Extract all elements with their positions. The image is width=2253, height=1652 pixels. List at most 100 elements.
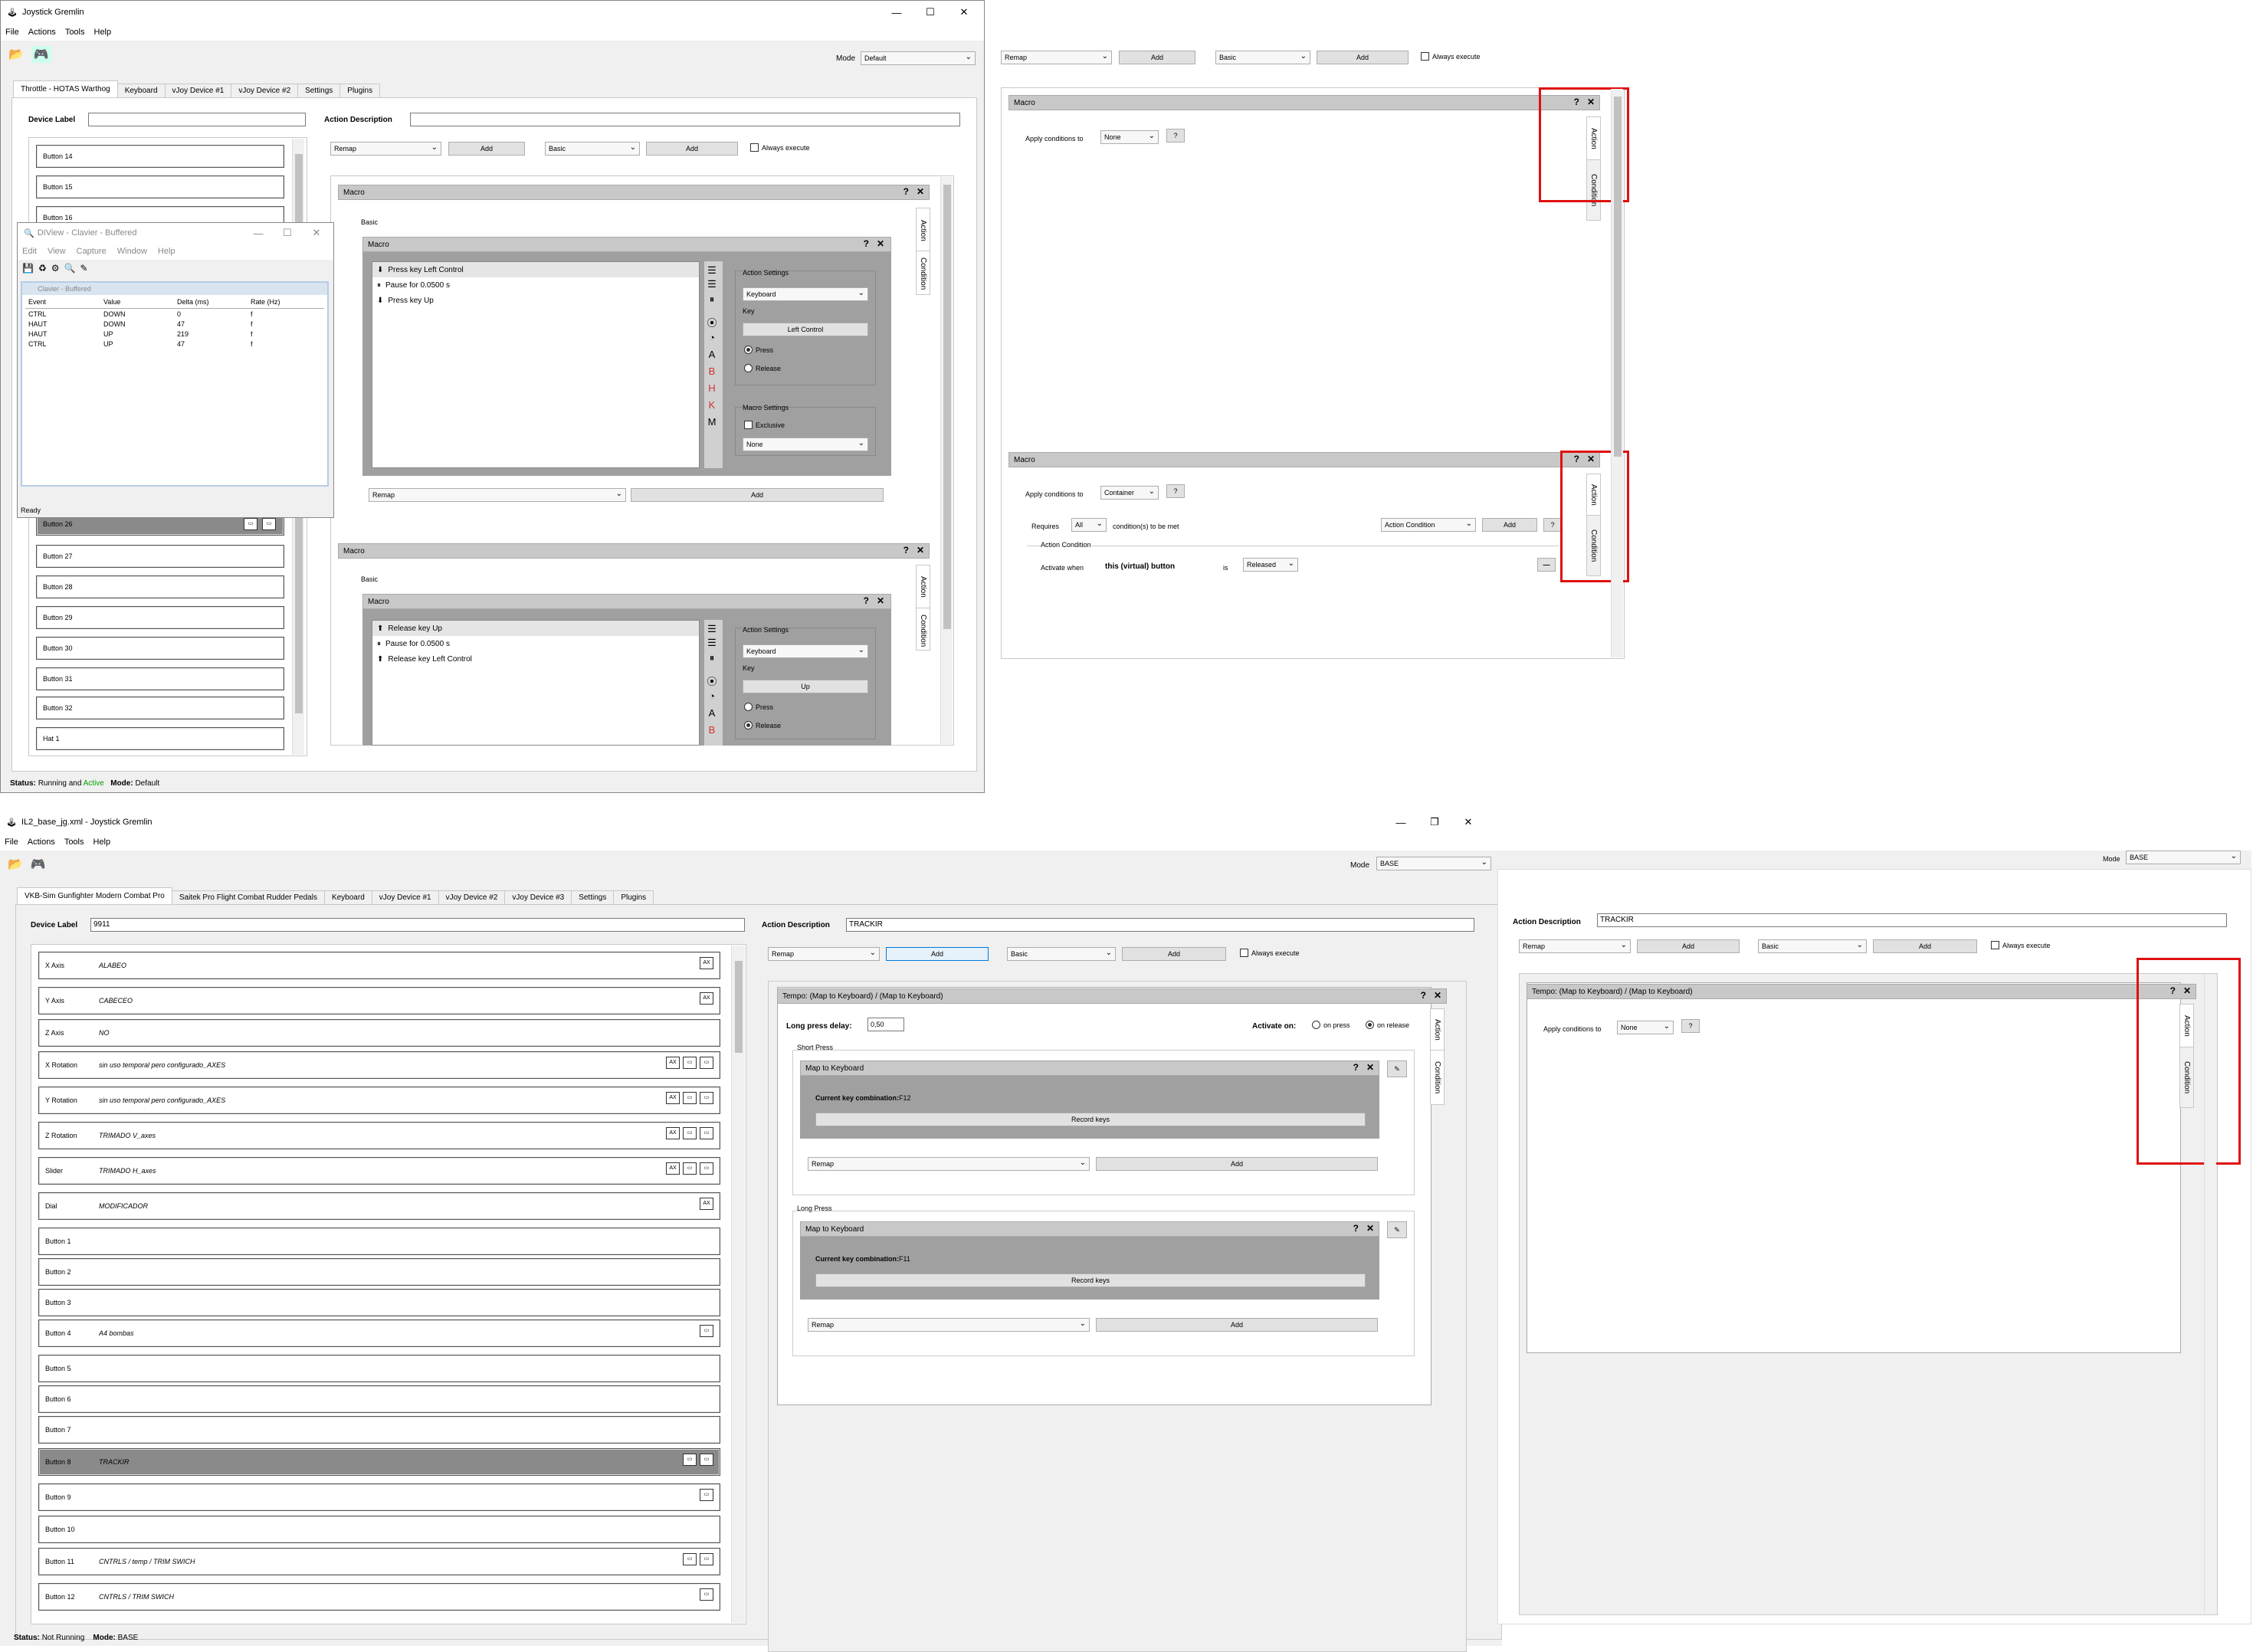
close-icon[interactable]: ✕ bbox=[300, 223, 333, 243]
table-row[interactable]: HAUT DOWN 47 f bbox=[25, 320, 324, 330]
mode-select[interactable]: BASE bbox=[1376, 857, 1491, 870]
input-item[interactable]: Button 8 TRACKIR ▭ ▭ bbox=[38, 1448, 720, 1476]
input-item[interactable]: Y Rotation sin uso temporal pero configur… bbox=[38, 1087, 720, 1114]
release-radio[interactable]: Release bbox=[744, 364, 781, 372]
tab-throttle[interactable]: Throttle - HOTAS Warthog bbox=[13, 80, 118, 97]
device-label-input[interactable] bbox=[88, 113, 306, 126]
input-item[interactable]: Button 7 bbox=[38, 1416, 720, 1444]
macro-item[interactable]: ⏸ Pause for 0.0500 s bbox=[372, 636, 699, 651]
menu-capture[interactable]: Capture bbox=[77, 247, 107, 256]
gamepad-icon[interactable]: 🎮 bbox=[31, 46, 51, 63]
joystick-icon[interactable]: ⦿ bbox=[704, 674, 720, 688]
action-description-input[interactable]: TRACKIR bbox=[846, 918, 1474, 932]
button-icon[interactable]: B bbox=[704, 365, 720, 377]
help-icon[interactable]: ? bbox=[864, 238, 869, 249]
remap-select[interactable]: Remap bbox=[768, 947, 880, 961]
col-value[interactable]: Value bbox=[103, 298, 177, 308]
edit-icon[interactable]: ✎ bbox=[80, 263, 87, 274]
table-row[interactable]: CTRL UP 47 f bbox=[25, 340, 324, 350]
close-icon[interactable]: ✕ bbox=[877, 595, 884, 606]
close-icon[interactable]: ✕ bbox=[917, 545, 924, 556]
tab-vkb-sim[interactable]: VKB-Sim Gunfighter Modern Combat Pro bbox=[17, 887, 172, 904]
remap-select[interactable]: Remap bbox=[330, 142, 441, 156]
record-keys-button-2[interactable]: Record keys bbox=[815, 1273, 1366, 1287]
close-icon[interactable]: ✕ bbox=[947, 1, 981, 24]
press-radio[interactable]: Press bbox=[744, 703, 773, 711]
tab-action-2[interactable]: Action bbox=[916, 565, 930, 609]
input-button-32[interactable]: Button 32 bbox=[36, 697, 284, 719]
menu-view[interactable]: View bbox=[48, 247, 66, 256]
help-icon[interactable]: ? bbox=[1421, 990, 1426, 1001]
action-description-input[interactable]: TRACKIR bbox=[1597, 913, 2227, 927]
gamepad-icon[interactable]: 🎮 bbox=[31, 857, 46, 872]
remap-select-long[interactable]: Remap bbox=[808, 1318, 1090, 1332]
mouse-icon[interactable]: M bbox=[704, 416, 720, 428]
help-button[interactable]: ? bbox=[1681, 1019, 1700, 1033]
input-list-scrollbar[interactable] bbox=[731, 946, 745, 1623]
condition-panel-scrollbar[interactable] bbox=[2204, 975, 2216, 1614]
add-basic-button[interactable]: Add bbox=[1317, 51, 1409, 64]
menu-actions[interactable]: Actions bbox=[28, 28, 56, 37]
button-icon[interactable]: B bbox=[704, 724, 720, 736]
menu-actions[interactable]: Actions bbox=[28, 837, 55, 847]
axis-icon[interactable]: A bbox=[704, 707, 720, 719]
search-icon[interactable]: 🔍 bbox=[64, 263, 75, 274]
tab-vjoy3[interactable]: vJoy Device #3 bbox=[504, 890, 572, 904]
edit-icon[interactable]: ✎ bbox=[1387, 1060, 1407, 1077]
input-button-14[interactable]: Button 14 bbox=[36, 145, 284, 168]
timer-icon[interactable]: ◔ bbox=[704, 332, 720, 343]
key-icon[interactable]: K bbox=[704, 399, 720, 411]
menu-window[interactable]: Window bbox=[117, 247, 147, 256]
tab-keyboard[interactable]: Keyboard bbox=[116, 84, 166, 97]
col-event[interactable]: Event bbox=[25, 298, 103, 308]
always-execute-checkbox[interactable]: Always execute bbox=[1421, 52, 1481, 61]
input-item[interactable]: Slider TRIMADO H_axes AX ▭ ▭ bbox=[38, 1157, 720, 1185]
input-item[interactable]: Button 11 CNTRLS / temp / TRIM SWICH ▭ ▭ bbox=[38, 1548, 720, 1575]
input-item[interactable]: Button 12 CNTRLS / TRIM SWICH ▭ bbox=[38, 1583, 720, 1611]
pause-icon[interactable]: ⏸ bbox=[704, 293, 720, 306]
col-rate[interactable]: Rate (Hz) bbox=[251, 298, 312, 308]
input-item[interactable]: Button 2 bbox=[38, 1258, 720, 1286]
minimize-icon[interactable]: — bbox=[880, 1, 913, 24]
input-button-15[interactable]: Button 15 bbox=[36, 175, 284, 198]
action-description-input[interactable] bbox=[410, 113, 960, 126]
macro-remap-select[interactable]: Remap bbox=[369, 488, 626, 502]
always-execute-checkbox[interactable]: Always execute bbox=[750, 143, 810, 152]
input-item[interactable]: Button 5 bbox=[38, 1355, 720, 1382]
button-state-select[interactable]: Released bbox=[1243, 558, 1298, 572]
macro-item[interactable]: ⬆ Release key Up bbox=[372, 621, 699, 636]
tab-condition-1[interactable]: Condition bbox=[916, 251, 930, 295]
menu-file[interactable]: File bbox=[5, 837, 18, 847]
tab-plugins[interactable]: Plugins bbox=[613, 890, 654, 904]
input-button-30[interactable]: Button 30 bbox=[36, 637, 284, 660]
input-item[interactable]: Button 6 bbox=[38, 1385, 720, 1413]
input-item[interactable]: Button 3 bbox=[38, 1289, 720, 1316]
minimize-icon[interactable]: — bbox=[1384, 811, 1418, 834]
apply-conditions-select[interactable]: None bbox=[1100, 130, 1159, 144]
help-icon[interactable]: ? bbox=[1353, 1062, 1359, 1073]
tab-plugins[interactable]: Plugins bbox=[339, 84, 381, 97]
press-radio[interactable]: Press bbox=[744, 346, 773, 354]
help-button[interactable]: ? bbox=[1166, 484, 1185, 498]
tab-action-1[interactable]: Action bbox=[916, 208, 930, 254]
scroll-thumb[interactable] bbox=[943, 185, 951, 629]
menu-edit[interactable]: Edit bbox=[22, 247, 37, 256]
tab-settings[interactable]: Settings bbox=[297, 84, 341, 97]
mode-select[interactable]: Default bbox=[861, 51, 976, 65]
menu-file[interactable]: File bbox=[5, 28, 19, 37]
long-press-delay-input[interactable]: 0,50 bbox=[867, 1018, 904, 1031]
remove-condition-button[interactable]: — bbox=[1537, 558, 1556, 572]
on-release-radio[interactable]: on release bbox=[1366, 1021, 1409, 1029]
action-type-select[interactable]: Keyboard bbox=[743, 644, 868, 658]
help-icon[interactable]: ? bbox=[903, 186, 909, 197]
add-basic-button[interactable]: Add bbox=[1873, 939, 1977, 953]
macro-item[interactable]: ⬆ Release key Left Control bbox=[372, 651, 699, 667]
apply-conditions-select[interactable]: None bbox=[1617, 1021, 1674, 1034]
action-type-select[interactable]: Keyboard bbox=[743, 287, 868, 301]
maximize-icon[interactable]: ☐ bbox=[913, 1, 947, 24]
input-item[interactable]: Dial MODIFICADOR AX bbox=[38, 1192, 720, 1220]
list-icon[interactable]: ☰ bbox=[704, 264, 720, 277]
axis-icon[interactable]: A bbox=[704, 349, 720, 360]
macro-item[interactable]: ⏸ Pause for 0.0500 s bbox=[372, 277, 699, 293]
timer-icon[interactable]: ◔ bbox=[704, 690, 720, 702]
